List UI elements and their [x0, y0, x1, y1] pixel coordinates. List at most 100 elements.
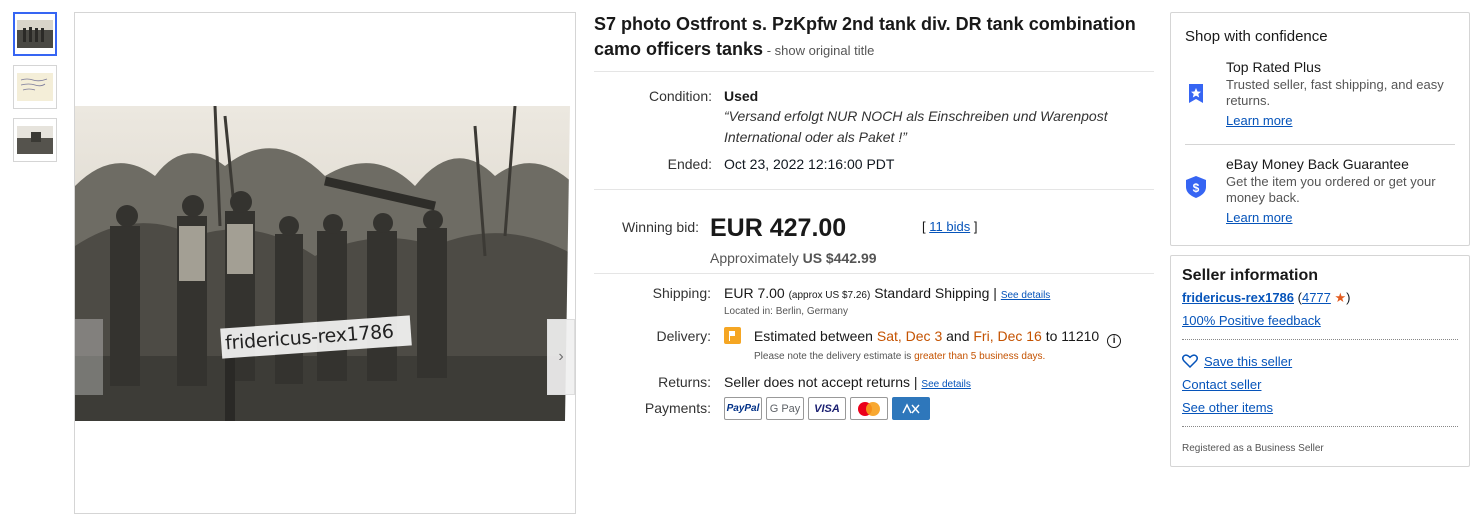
- money-back-heading: eBay Money Back Guarantee: [1226, 156, 1409, 172]
- money-back-learn-more-link[interactable]: Learn more: [1226, 210, 1456, 226]
- mastercard-icon: [850, 397, 888, 420]
- money-back-text-block: eBay Money Back Guarantee Get the item y…: [1226, 156, 1456, 226]
- returns-value: Seller does not accept returns | See det…: [724, 374, 971, 390]
- top-rated-heading: Top Rated Plus: [1226, 59, 1321, 75]
- main-image-viewer[interactable]: fridericus-rex1786 ›: [74, 12, 576, 514]
- ended-label: Ended:: [667, 156, 712, 172]
- money-back-shield-icon: $: [1186, 176, 1206, 198]
- ended-value: Oct 23, 2022 12:16:00 PDT: [724, 156, 895, 172]
- returns-text: Seller does not accept returns: [724, 374, 910, 390]
- condition-value-block: Used “Versand erfolgt NUR NOCH als Einsc…: [724, 88, 1124, 148]
- seller-name-row: fridericus-rex1786 (4777 ★): [1182, 290, 1351, 306]
- svg-text:$: $: [1193, 181, 1200, 195]
- winning-bid-price: EUR 427.00: [710, 214, 847, 242]
- score-close: ): [1346, 290, 1351, 305]
- returns-divider: |: [910, 374, 922, 390]
- delivery-note-emphasis: greater than 5 business days.: [914, 351, 1046, 362]
- business-seller-note: Registered as a Business Seller: [1182, 443, 1324, 454]
- title-separator: -: [763, 43, 775, 58]
- google-pay-icon: G Pay: [766, 397, 804, 420]
- photo-thumbnail-icon: [17, 20, 53, 48]
- seller-info-title: Seller information: [1182, 267, 1319, 284]
- winning-bid-label: Winning bid:: [621, 219, 699, 235]
- top-rated-text-block: Top Rated Plus Trusted seller, fast ship…: [1226, 59, 1456, 129]
- thumbnail-2[interactable]: [13, 65, 57, 109]
- paypal-icon: PayPal: [724, 397, 762, 420]
- delivery-and: and: [942, 328, 974, 344]
- delivery-label: Delivery:: [656, 328, 711, 344]
- payment-methods: PayPal G Pay VISA: [724, 397, 930, 420]
- top-rated-description: Trusted seller, fast shipping, and easy …: [1226, 77, 1444, 108]
- approx-prefix: Approximately: [710, 250, 803, 266]
- info-icon[interactable]: i: [1107, 334, 1122, 348]
- shipping-value: EUR 7.00 (approx US $7.26) Standard Ship…: [724, 285, 1050, 301]
- delivery-flag-icon: [724, 327, 741, 344]
- approx-price: Approximately US $442.99: [710, 250, 877, 266]
- shipping-see-details-link[interactable]: See details: [1001, 290, 1050, 301]
- bids-close: ]: [970, 219, 978, 234]
- item-location: Located in: Berlin, Germany: [724, 306, 848, 317]
- shipping-approx: (approx US $7.26): [788, 290, 871, 301]
- condition-seller-note: “Versand erfolgt NUR NOCH als Einschreib…: [724, 108, 1108, 145]
- heart-icon: [1182, 354, 1198, 368]
- mastercard-logo: [858, 401, 880, 416]
- visa-icon: VISA: [808, 397, 846, 420]
- shipping-price: EUR 7.00: [724, 285, 785, 301]
- divider: [594, 71, 1154, 72]
- returns-see-details-link[interactable]: See details: [921, 379, 970, 390]
- delivery-note-prefix: Please note the delivery estimate is: [754, 351, 915, 362]
- contact-seller-link[interactable]: Contact seller: [1182, 377, 1261, 392]
- payments-label: Payments:: [644, 400, 711, 416]
- next-image-button[interactable]: ›: [547, 319, 575, 395]
- score-open: (: [1294, 290, 1302, 305]
- top-rated-badge-icon: [1189, 84, 1203, 103]
- bid-count: [ 11 bids ]: [922, 219, 977, 234]
- feedback-score-link[interactable]: 4777: [1302, 290, 1331, 305]
- thumbnail-3[interactable]: [13, 118, 57, 162]
- divider: [1185, 144, 1455, 145]
- bid-history-link[interactable]: 11 bids: [929, 219, 970, 234]
- seller-information-panel: Seller information fridericus-rex1786 (4…: [1170, 255, 1470, 467]
- photo-thumbnail-icon: [17, 126, 53, 154]
- previous-image-button[interactable]: [75, 319, 103, 395]
- delivery-value: Estimated between Sat, Dec 3 and Fri, De…: [724, 327, 1122, 348]
- approx-value: US $442.99: [802, 250, 877, 266]
- divider: [594, 189, 1154, 190]
- show-original-title-link[interactable]: show original title: [775, 43, 875, 58]
- shipping-divider: |: [989, 285, 1001, 301]
- condition-label: Condition:: [648, 88, 712, 104]
- delivery-zip: to 11210: [1041, 328, 1100, 344]
- seller-name-link[interactable]: fridericus-rex1786: [1182, 290, 1294, 305]
- chevron-right-icon: ›: [558, 348, 564, 365]
- returns-label: Returns:: [658, 374, 711, 390]
- ended-row: Ended: Oct 23, 2022 12:16:00 PDT: [594, 156, 1154, 172]
- top-rated-learn-more-link[interactable]: Learn more: [1226, 113, 1456, 129]
- item-details: S7 photo Ostfront s. PzKpfw 2nd tank div…: [594, 12, 1154, 420]
- divider: [594, 273, 1154, 274]
- confidence-title: Shop with confidence: [1185, 28, 1328, 45]
- delivery-date-end: Fri, Dec 16: [973, 328, 1042, 344]
- save-seller-row[interactable]: Save this seller: [1182, 354, 1292, 369]
- divider: [1182, 426, 1458, 427]
- thumbnail-1[interactable]: [13, 12, 57, 56]
- money-back-description: Get the item you ordered or get your mon…: [1226, 174, 1436, 205]
- divider: [1182, 339, 1458, 340]
- delivery-date-start: Sat, Dec 3: [876, 328, 943, 344]
- amex-icon: [892, 397, 930, 420]
- delivery-note: Please note the delivery estimate is gre…: [754, 351, 1045, 362]
- photo-illustration: [75, 106, 575, 421]
- document-thumbnail-icon: [17, 73, 53, 101]
- positive-feedback-link[interactable]: 100% Positive feedback: [1182, 313, 1321, 328]
- item-title: S7 photo Ostfront s. PzKpfw 2nd tank div…: [594, 12, 1154, 63]
- listing-photo: fridericus-rex1786 ›: [75, 106, 575, 421]
- shop-with-confidence-panel: Shop with confidence Top Rated Plus Trus…: [1170, 12, 1470, 246]
- condition-value: Used: [724, 88, 759, 104]
- see-other-items-link[interactable]: See other items: [1182, 400, 1273, 415]
- save-seller-link[interactable]: Save this seller: [1204, 354, 1292, 369]
- delivery-prefix: Estimated between: [753, 328, 877, 344]
- shipping-method: Standard Shipping: [874, 285, 990, 301]
- thumbnail-strip: [13, 12, 59, 171]
- amex-logo: [900, 401, 922, 416]
- feedback-star-icon: ★: [1334, 290, 1347, 305]
- condition-row: Condition: Used “Versand erfolgt NUR NOC…: [594, 88, 1154, 148]
